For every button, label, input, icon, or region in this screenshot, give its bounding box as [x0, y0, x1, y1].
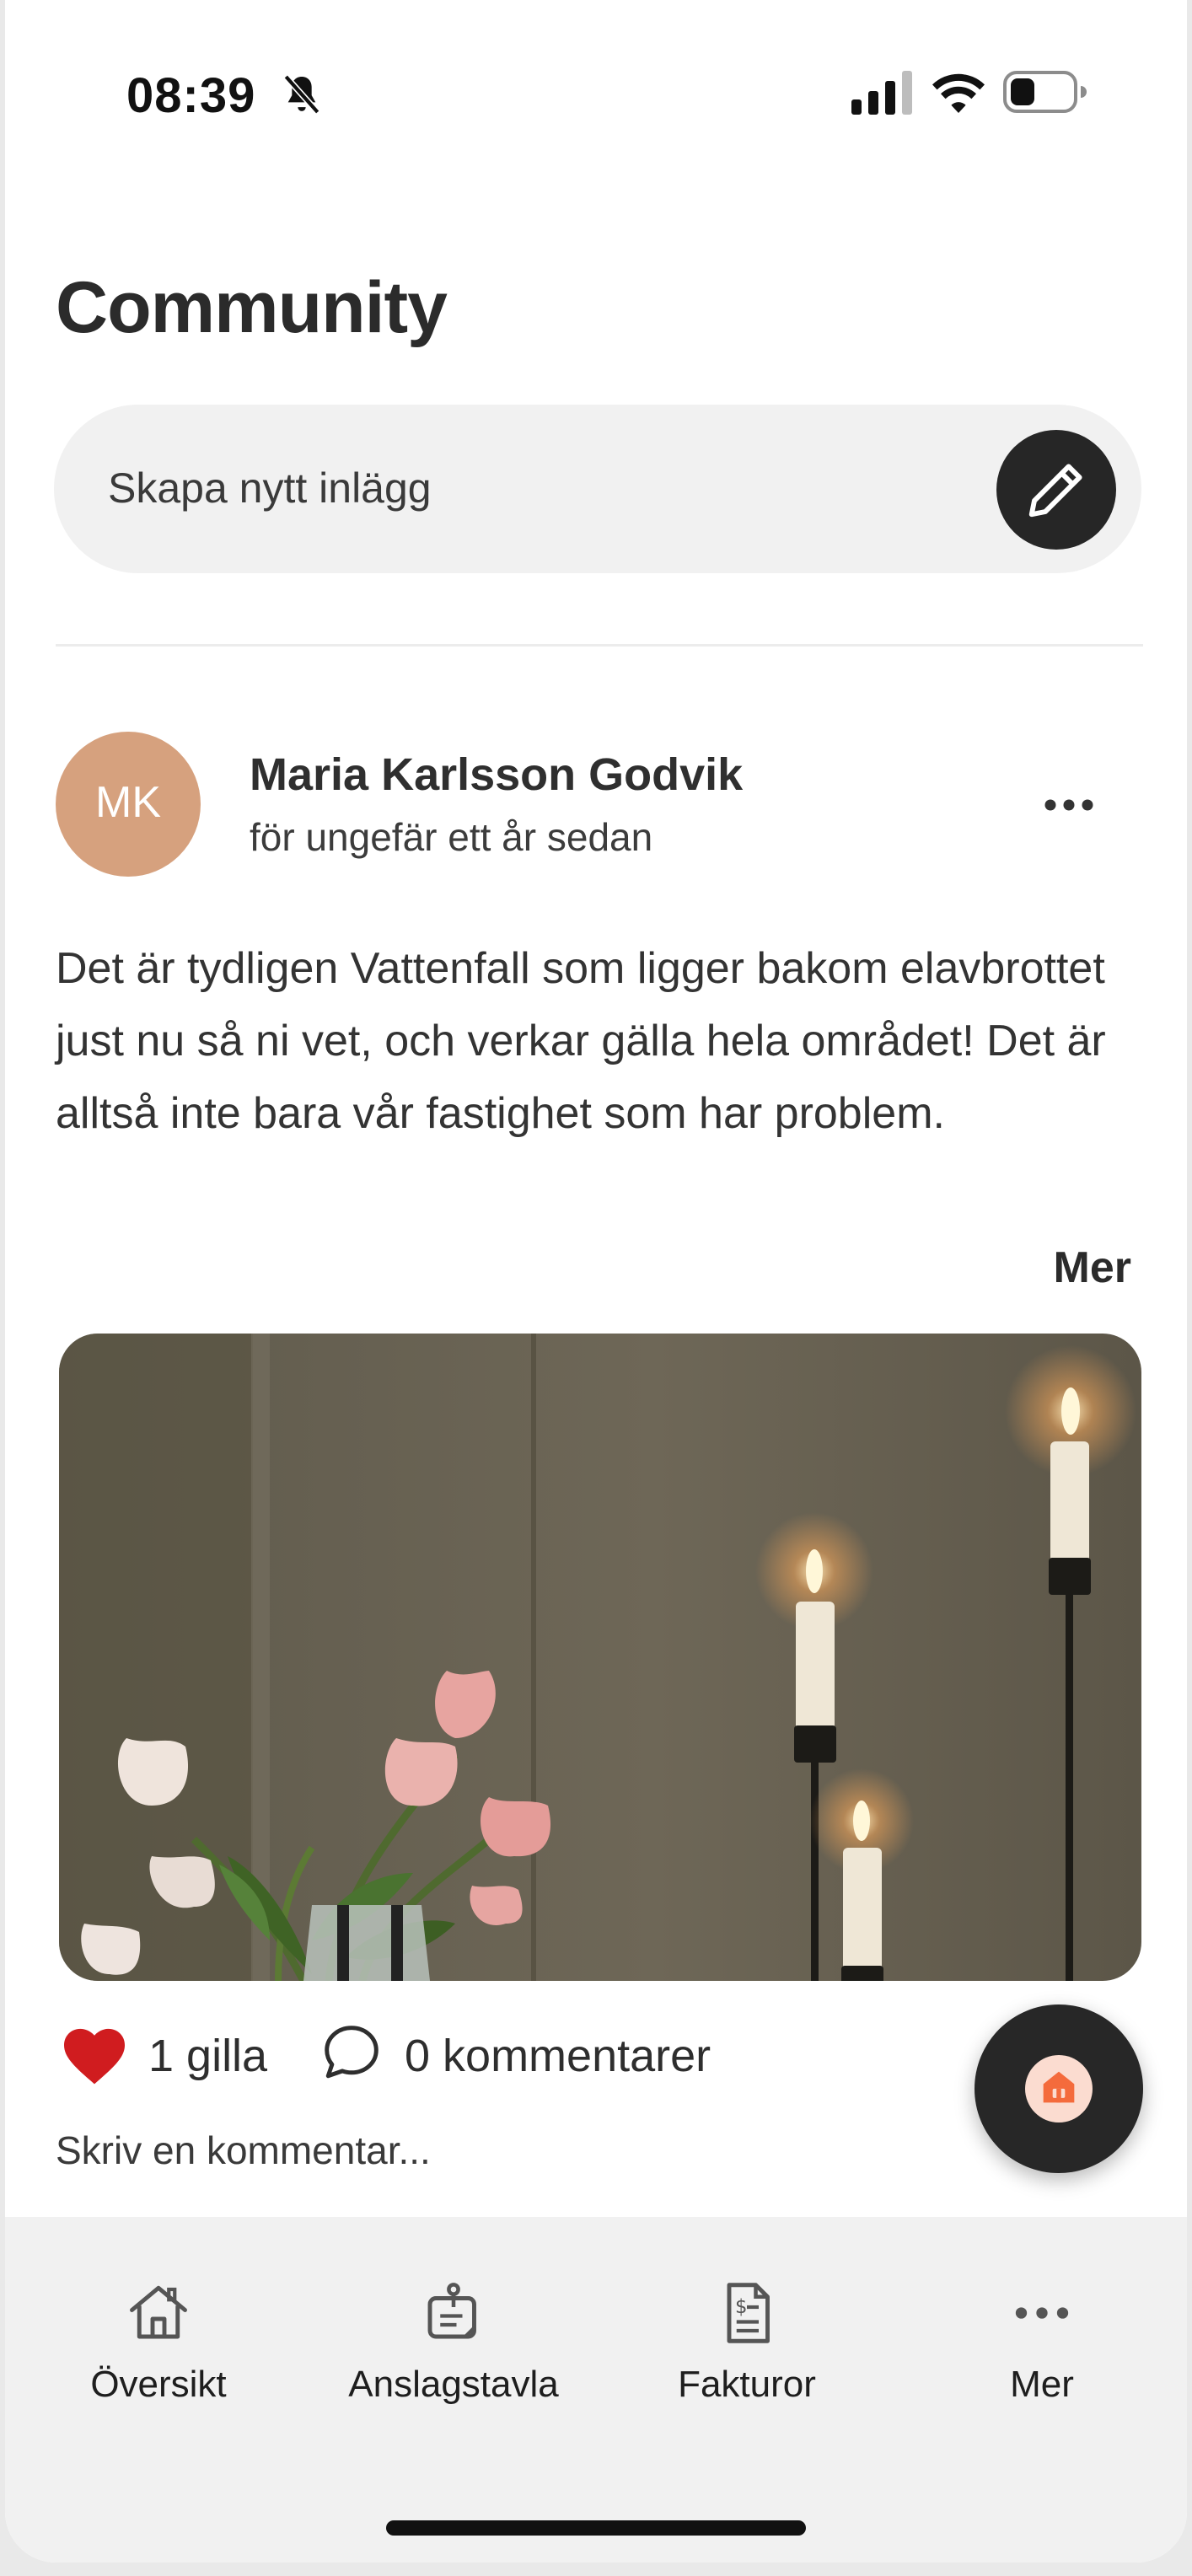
- pencil-icon: [1028, 464, 1082, 518]
- wifi-icon: [932, 73, 985, 113]
- status-time: 08:39: [126, 68, 256, 123]
- fab-badge: [1025, 2055, 1093, 2123]
- cellular-signal-icon: [851, 71, 912, 115]
- tab-label: Fakturor: [678, 2364, 816, 2405]
- battery-icon: [1003, 71, 1087, 113]
- comment-icon[interactable]: [320, 2021, 383, 2084]
- divider: [56, 644, 1143, 647]
- invoice-icon: $: [727, 2283, 770, 2343]
- avatar[interactable]: MK: [56, 732, 201, 877]
- post-body: Det är tydligen Vattenfall som ligger ba…: [56, 944, 1106, 1138]
- post-author[interactable]: Maria Karlsson Godvik: [250, 749, 743, 801]
- post-image[interactable]: [59, 1334, 1141, 1981]
- heart-icon[interactable]: [61, 2025, 128, 2085]
- create-post-button[interactable]: [996, 430, 1116, 550]
- status-bar: 08:39: [5, 0, 1187, 123]
- candles-and-tulips-photo: [59, 1334, 1141, 1981]
- home-indicator[interactable]: [386, 2520, 806, 2536]
- bottom-tab-bar: Översikt Anslagstavla $ Fakturor Mer: [5, 2217, 1187, 2563]
- tab-fakturor[interactable]: $ Fakturor: [612, 2278, 882, 2406]
- svg-text:$: $: [735, 2296, 747, 2318]
- read-more-link[interactable]: Mer: [1054, 1242, 1131, 1293]
- notice-board-icon: [427, 2283, 476, 2339]
- tab-anslagstavla[interactable]: Anslagstavla: [319, 2278, 588, 2406]
- app-screen: 08:39 Community Skapa nytt inlägg MK Mar…: [5, 0, 1187, 2563]
- tab-oversikt[interactable]: Översikt: [24, 2278, 293, 2406]
- create-post-placeholder[interactable]: Skapa nytt inlägg: [108, 464, 432, 513]
- comment-input[interactable]: Skriv en kommentar...: [56, 2128, 431, 2173]
- bell-slash-icon: [283, 74, 320, 115]
- post-options-icon[interactable]: [1039, 792, 1099, 818]
- house-icon: [130, 2285, 187, 2339]
- avatar-initials: MK: [95, 778, 161, 827]
- home-icon: [1043, 2071, 1075, 2103]
- page-title: Community: [56, 267, 448, 348]
- tab-label: Översikt: [90, 2364, 227, 2405]
- comment-count[interactable]: 0 kommentarer: [405, 2030, 711, 2082]
- tab-mer[interactable]: Mer: [907, 2278, 1177, 2406]
- tab-label: Mer: [1010, 2364, 1074, 2405]
- create-post-field[interactable]: Skapa nytt inlägg: [54, 405, 1141, 573]
- home-fab-button[interactable]: [975, 2004, 1143, 2173]
- tab-label: Anslagstavla: [348, 2364, 559, 2405]
- more-dots-icon: [1015, 2307, 1069, 2319]
- post-timestamp: för ungefär ett år sedan: [250, 815, 653, 859]
- like-count: 1 gilla: [148, 2031, 268, 2081]
